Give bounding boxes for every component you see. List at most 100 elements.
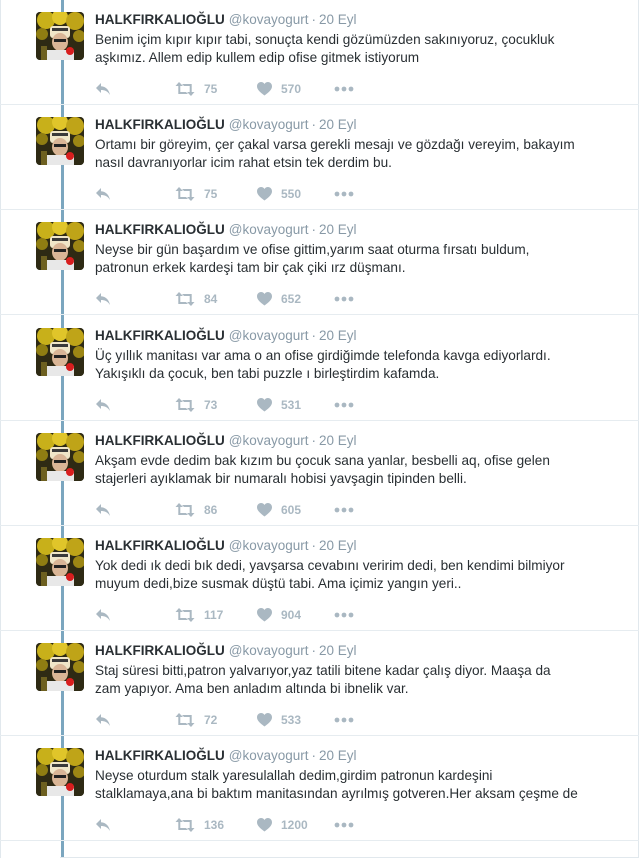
reply-button[interactable] [95, 606, 111, 624]
display-name[interactable]: HALKFIRKALIOĞLU [95, 117, 225, 132]
avatar-image [36, 327, 84, 376]
tweet-header: HALKFIRKALIOĞLU @kovayogurt · 20 Eyl [95, 747, 357, 765]
retweet-button[interactable]: 117 [175, 606, 223, 624]
tweet-timestamp[interactable]: 20 Eyl [319, 222, 357, 237]
retweet-icon [175, 292, 195, 307]
heart-icon [257, 502, 272, 517]
avatar[interactable] [36, 222, 84, 271]
tweet-text: Neyse oturdum stalk yaresulallah dedim,g… [95, 767, 615, 803]
more-options-button[interactable] [334, 185, 354, 203]
tweet-timestamp[interactable]: 20 Eyl [319, 748, 357, 763]
tweet-text: Neyse bir gün başardım ve ofise gittim,y… [95, 241, 615, 277]
user-handle[interactable]: @kovayogurt [229, 117, 309, 132]
more-icon [334, 822, 354, 828]
reply-button[interactable] [95, 185, 111, 203]
like-button[interactable]: 1200 [257, 816, 308, 834]
tweet-actions: 117 904 [95, 606, 395, 624]
more-options-button[interactable] [334, 290, 354, 308]
retweet-button[interactable]: 86 [175, 501, 217, 519]
tweet-timestamp[interactable]: 20 Eyl [319, 117, 357, 132]
user-handle[interactable]: @kovayogurt [229, 12, 309, 27]
user-handle[interactable]: @kovayogurt [229, 222, 309, 237]
retweet-count: 84 [204, 292, 218, 307]
avatar[interactable] [36, 432, 84, 481]
user-handle[interactable]: @kovayogurt [229, 748, 309, 763]
avatar[interactable] [36, 538, 84, 586]
like-button[interactable]: 531 [257, 396, 301, 414]
like-button[interactable]: 904 [257, 606, 301, 624]
reply-button[interactable] [95, 290, 111, 308]
more-icon [334, 86, 354, 92]
reply-button[interactable] [95, 80, 111, 98]
avatar[interactable] [36, 12, 84, 60]
avatar[interactable] [36, 643, 84, 692]
more-icon [334, 717, 354, 723]
retweet-button[interactable]: 75 [175, 185, 217, 203]
tweet-actions: 72 533 [95, 711, 395, 729]
retweet-icon [175, 397, 195, 412]
tweet[interactable]: HALKFIRKALIOĞLU @kovayogurt · 20 Eyl Ortamı… [0, 105, 639, 211]
user-handle[interactable]: @kovayogurt [229, 433, 309, 448]
display-name[interactable]: HALKFIRKALIOĞLU [95, 748, 225, 763]
avatar-image [36, 117, 84, 166]
tweet-timestamp[interactable]: 20 Eyl [319, 433, 357, 448]
like-count: 652 [281, 292, 302, 307]
display-name[interactable]: HALKFIRKALIOĞLU [95, 328, 225, 343]
retweet-button[interactable]: 75 [175, 80, 217, 98]
separator-dot: · [311, 117, 316, 133]
tweet[interactable]: HALKFIRKALIOĞLU @kovayogurt · 20 Eyl Neyse … [0, 736, 639, 842]
reply-icon [96, 398, 110, 411]
tweet-text-line: Akşam evde dedim bak kızım bu çocuk sana… [95, 452, 550, 468]
avatar[interactable] [36, 748, 84, 797]
like-button[interactable]: 652 [257, 290, 301, 308]
more-options-button[interactable] [334, 711, 354, 729]
reply-button[interactable] [95, 711, 111, 729]
tweet-actions: 75 550 [95, 185, 395, 203]
tweet-timestamp[interactable]: 20 Eyl [319, 538, 357, 553]
avatar[interactable] [36, 327, 84, 376]
avatar[interactable] [36, 117, 84, 166]
tweet-text-line: Yok dedi ık dedi bık dedi, yavşarsa ceva… [95, 558, 565, 573]
tweet-text: Ortamı bir göreyim, çer çakal varsa gere… [95, 136, 615, 172]
tweet-timestamp[interactable]: 20 Eyl [319, 643, 357, 658]
retweet-button[interactable]: 136 [175, 816, 224, 834]
retweet-icon [175, 608, 195, 622]
like-button[interactable]: 550 [257, 185, 301, 203]
reply-button[interactable] [95, 816, 111, 834]
user-handle[interactable]: @kovayogurt [229, 328, 309, 343]
reply-button[interactable] [95, 501, 111, 519]
like-button[interactable]: 533 [257, 711, 301, 729]
more-options-button[interactable] [334, 606, 354, 624]
more-options-button[interactable] [334, 396, 354, 414]
more-options-button[interactable] [334, 501, 354, 519]
display-name[interactable]: HALKFIRKALIOĞLU [95, 643, 225, 658]
retweet-button[interactable]: 84 [175, 290, 217, 308]
reply-button[interactable] [95, 396, 111, 414]
display-name[interactable]: HALKFIRKALIOĞLU [95, 12, 225, 27]
tweet[interactable]: HALKFIRKALIOĞLU @kovayogurt · 20 Eyl Akşam … [0, 421, 639, 526]
separator-dot: · [311, 643, 316, 659]
tweet-timestamp[interactable]: 20 Eyl [319, 12, 357, 27]
retweet-button[interactable]: 72 [175, 711, 217, 729]
user-handle[interactable]: @kovayogurt [229, 538, 309, 553]
tweet[interactable]: HALKFIRKALIOĞLU @kovayogurt · 20 Eyl Yok de… [0, 526, 639, 631]
more-options-button[interactable] [334, 80, 354, 98]
display-name[interactable]: HALKFIRKALIOĞLU [95, 433, 225, 448]
tweet-header: HALKFIRKALIOĞLU @kovayogurt · 20 Eyl [95, 11, 357, 29]
more-options-button[interactable] [334, 816, 354, 834]
display-name[interactable]: HALKFIRKALIOĞLU [95, 222, 225, 237]
tweet-header: HALKFIRKALIOĞLU @kovayogurt · 20 Eyl [95, 537, 357, 555]
tweet[interactable]: HALKFIRKALIOĞLU @kovayogurt · 20 Eyl Neyse … [0, 210, 639, 316]
like-button[interactable]: 605 [257, 501, 301, 519]
like-button[interactable]: 570 [257, 80, 301, 98]
display-name[interactable]: HALKFIRKALIOĞLU [95, 538, 225, 553]
tweet-actions: 86 605 [95, 501, 395, 519]
like-count: 550 [281, 187, 302, 202]
tweet[interactable]: HALKFIRKALIOĞLU @kovayogurt · 20 Eyl Staj s… [0, 631, 639, 737]
tweet[interactable]: HALKFIRKALIOĞLU @kovayogurt · 20 Eyl Benim … [0, 0, 639, 105]
heart-icon [257, 292, 272, 306]
tweet-timestamp[interactable]: 20 Eyl [319, 328, 357, 343]
tweet[interactable]: HALKFIRKALIOĞLU @kovayogurt · 20 Eyl Üç yıl… [0, 316, 639, 421]
retweet-button[interactable]: 73 [175, 396, 217, 414]
user-handle[interactable]: @kovayogurt [229, 643, 309, 658]
